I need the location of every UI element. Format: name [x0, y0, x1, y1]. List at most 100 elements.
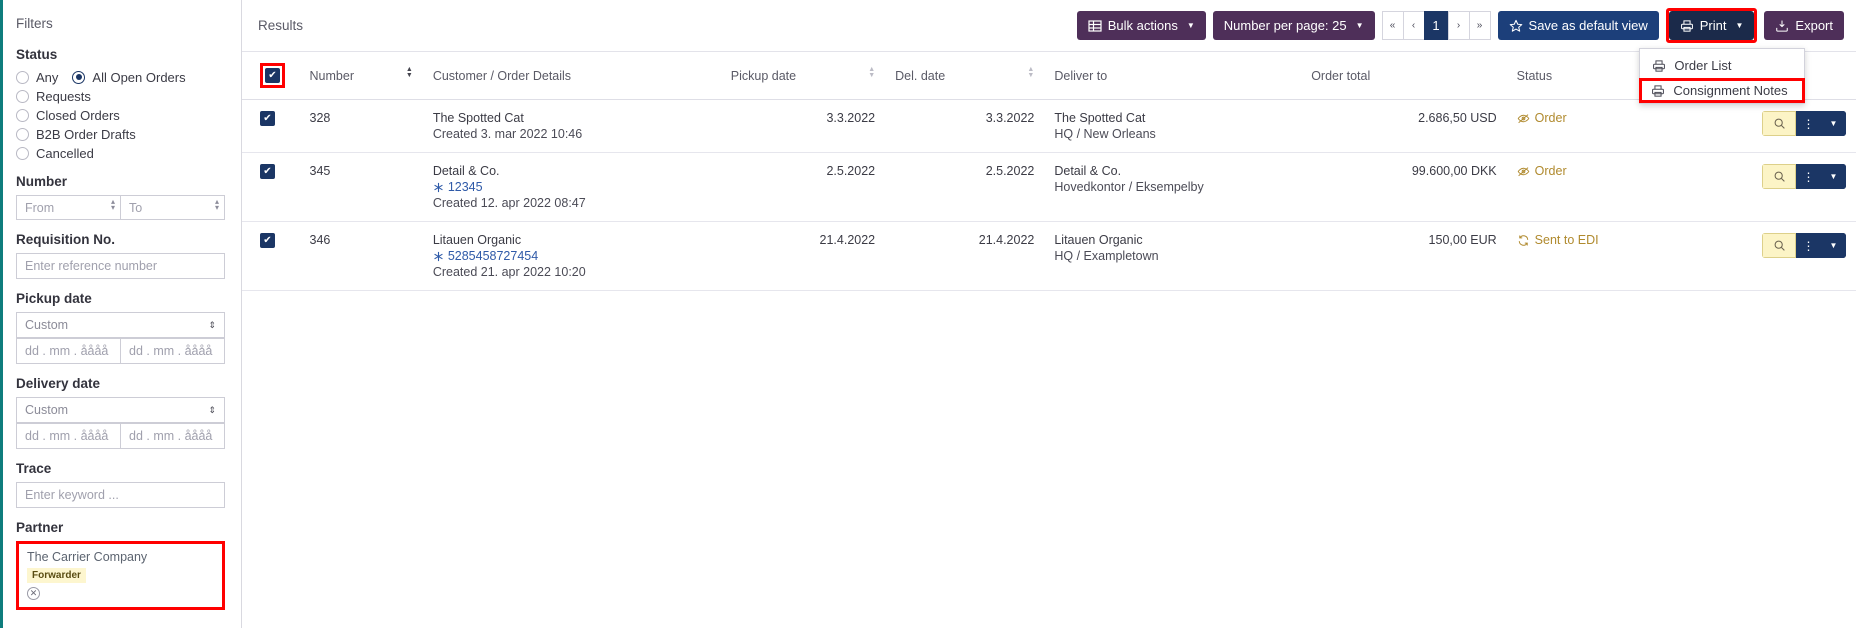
row-number: 328 [300, 100, 423, 153]
number-from-input[interactable]: From ▴▾ [16, 195, 120, 220]
print-menu-item-order-list[interactable]: Order List [1640, 53, 1804, 78]
requisition-input[interactable]: Enter reference number [16, 253, 225, 279]
partner-selected-card[interactable]: The Carrier Company Forwarder ✕ [16, 541, 225, 610]
header-number[interactable]: Number ▲▼ [300, 52, 423, 100]
kebab-menu-icon-row[interactable]: ⋮ [1796, 233, 1822, 258]
save-default-view-label: Save as default view [1529, 18, 1648, 33]
table-row[interactable]: ✔ 345 Detail & Co. [242, 153, 1856, 222]
number-to-input[interactable]: To ▴▾ [120, 195, 225, 220]
sort-icon-del-date[interactable]: ▲▼ [1027, 70, 1034, 82]
stepper-icon-from[interactable]: ▴▾ [111, 202, 115, 214]
delivery-date-mode-select[interactable]: Custom ⇕ [16, 397, 225, 423]
sort-icon-pickup-date[interactable]: ▲▼ [868, 70, 875, 82]
radio-label-b2b-order-drafts: B2B Order Drafts [36, 127, 136, 142]
print-menu-label-order-list: Order List [1674, 58, 1731, 73]
chevron-down-icon-row[interactable]: ▼ [1822, 164, 1846, 189]
header-pickup-date[interactable]: Pickup date ▲▼ [721, 52, 885, 100]
pagination-page-1[interactable]: 1 [1424, 11, 1449, 40]
header-order-total[interactable]: Order total [1301, 52, 1506, 100]
search-icon-row[interactable] [1762, 164, 1796, 189]
number-per-page-button[interactable]: Number per page: 25 ▼ [1213, 11, 1375, 40]
number-filter: Number From ▴▾ To ▴▾ [16, 174, 225, 220]
table-row[interactable]: ✔ 346 Litauen Organic [242, 222, 1856, 291]
table-row[interactable]: ✔ 328 The Spotted Cat Created 3. mar 202… [242, 100, 1856, 153]
status-row-3[interactable]: Closed Orders [16, 106, 225, 124]
row-checkbox-cell: ✔ [242, 222, 300, 291]
row-action-group: ⋮ ▼ [1762, 111, 1846, 136]
sort-icon-number[interactable]: ▲▼ [406, 70, 413, 82]
delivery-date-filter: Delivery date Custom ⇕ dd . mm . åååå dd… [16, 376, 225, 449]
pagination: « ‹ 1 › » [1382, 11, 1491, 40]
orders-table-head: ✔ Number ▲▼ Customer / Order Details [242, 52, 1856, 100]
radio-option-b2b-order-drafts[interactable]: B2B Order Drafts [16, 127, 136, 142]
header-status-label: Status [1517, 69, 1552, 83]
remove-circle-icon[interactable]: ✕ [27, 587, 40, 600]
stepper-icon-to[interactable]: ▴▾ [215, 202, 219, 214]
chevron-down-icon-row[interactable]: ▼ [1822, 233, 1846, 258]
row-customer-cell: Litauen Organic 5285458727454 [423, 222, 721, 291]
pickup-date-from-input[interactable]: dd . mm . åååå [16, 338, 120, 364]
row-checkbox-cell: ✔ [242, 100, 300, 153]
header-customer-label: Customer / Order Details [433, 69, 571, 83]
radio-label-closed-orders: Closed Orders [36, 108, 120, 123]
trace-filter: Trace Enter keyword ... [16, 461, 225, 508]
chevron-down-icon-row[interactable]: ▼ [1822, 111, 1846, 136]
save-default-view-button[interactable]: Save as default view [1498, 11, 1659, 40]
pagination-last[interactable]: » [1469, 11, 1491, 40]
orders-table: ✔ Number ▲▼ Customer / Order Details [242, 52, 1856, 291]
row-number: 345 [300, 153, 423, 222]
row-reference[interactable]: 12345 [433, 180, 711, 194]
row-order-total: 2.686,50 USD [1301, 100, 1506, 153]
radio-icon-requests [16, 90, 29, 103]
radio-option-all-open-orders[interactable]: All Open Orders [72, 70, 185, 85]
print-button-highlight: Print ▼ [1666, 8, 1758, 43]
export-button[interactable]: Export [1764, 11, 1844, 40]
print-menu-item-consignment-notes[interactable]: Consignment Notes [1639, 78, 1805, 103]
printer-icon [1680, 19, 1694, 33]
pickup-date-filter: Pickup date Custom ⇕ dd . mm . åååå dd .… [16, 291, 225, 364]
chevron-down-icon-perpage: ▼ [1356, 21, 1364, 30]
kebab-menu-icon-row[interactable]: ⋮ [1796, 164, 1822, 189]
radio-option-closed-orders[interactable]: Closed Orders [16, 108, 120, 123]
row-checkbox[interactable]: ✔ [260, 164, 275, 179]
pickup-date-mode-select[interactable]: Custom ⇕ [16, 312, 225, 338]
header-del-date[interactable]: Del. date ▲▼ [885, 52, 1044, 100]
select-all-checkbox[interactable]: ✔ [265, 68, 280, 83]
orders-table-body: ✔ 328 The Spotted Cat Created 3. mar 202… [242, 100, 1856, 291]
status-row-2[interactable]: Requests [16, 87, 225, 105]
radio-option-any[interactable]: Any [16, 70, 58, 85]
toolbar-actions: Bulk actions ▼ Number per page: 25 ▼ « ‹… [1077, 8, 1844, 43]
row-checkbox[interactable]: ✔ [260, 111, 275, 126]
row-actions-cell: ⋮ ▼ [1712, 153, 1856, 222]
pickup-date-mode-value: Custom [25, 318, 68, 332]
header-deliver-to[interactable]: Deliver to [1044, 52, 1301, 100]
radio-option-requests[interactable]: Requests [16, 89, 91, 104]
kebab-menu-icon-row[interactable]: ⋮ [1796, 111, 1822, 136]
row-created: Created 12. apr 2022 08:47 [433, 196, 711, 210]
pagination-prev[interactable]: ‹ [1403, 11, 1425, 40]
row-reference-value: 5285458727454 [448, 249, 538, 263]
header-pickup-date-label: Pickup date [731, 69, 796, 83]
row-deliver-to-address: HQ / New Orleans [1054, 127, 1291, 141]
radio-icon-b2b-order-drafts [16, 128, 29, 141]
pagination-first[interactable]: « [1382, 11, 1404, 40]
eye-slash-icon [1517, 165, 1530, 178]
print-button[interactable]: Print ▼ [1669, 11, 1755, 40]
status-row-4[interactable]: B2B Order Drafts [16, 125, 225, 143]
search-icon-row[interactable] [1762, 111, 1796, 136]
bulk-actions-button[interactable]: Bulk actions ▼ [1077, 11, 1206, 40]
pagination-next[interactable]: › [1448, 11, 1470, 40]
pickup-date-to-input[interactable]: dd . mm . åååå [120, 338, 225, 364]
row-reference[interactable]: 5285458727454 [433, 249, 711, 263]
delivery-date-from-input[interactable]: dd . mm . åååå [16, 423, 120, 449]
trace-input[interactable]: Enter keyword ... [16, 482, 225, 508]
search-icon-row[interactable] [1762, 233, 1796, 258]
row-del-date: 2.5.2022 [885, 153, 1044, 222]
number-filter-label: Number [16, 174, 225, 189]
delivery-date-to-input[interactable]: dd . mm . åååå [120, 423, 225, 449]
radio-option-cancelled[interactable]: Cancelled [16, 146, 94, 161]
header-customer[interactable]: Customer / Order Details [423, 52, 721, 100]
status-row-5[interactable]: Cancelled [16, 144, 225, 162]
row-pickup-date: 2.5.2022 [721, 153, 885, 222]
row-checkbox[interactable]: ✔ [260, 233, 275, 248]
